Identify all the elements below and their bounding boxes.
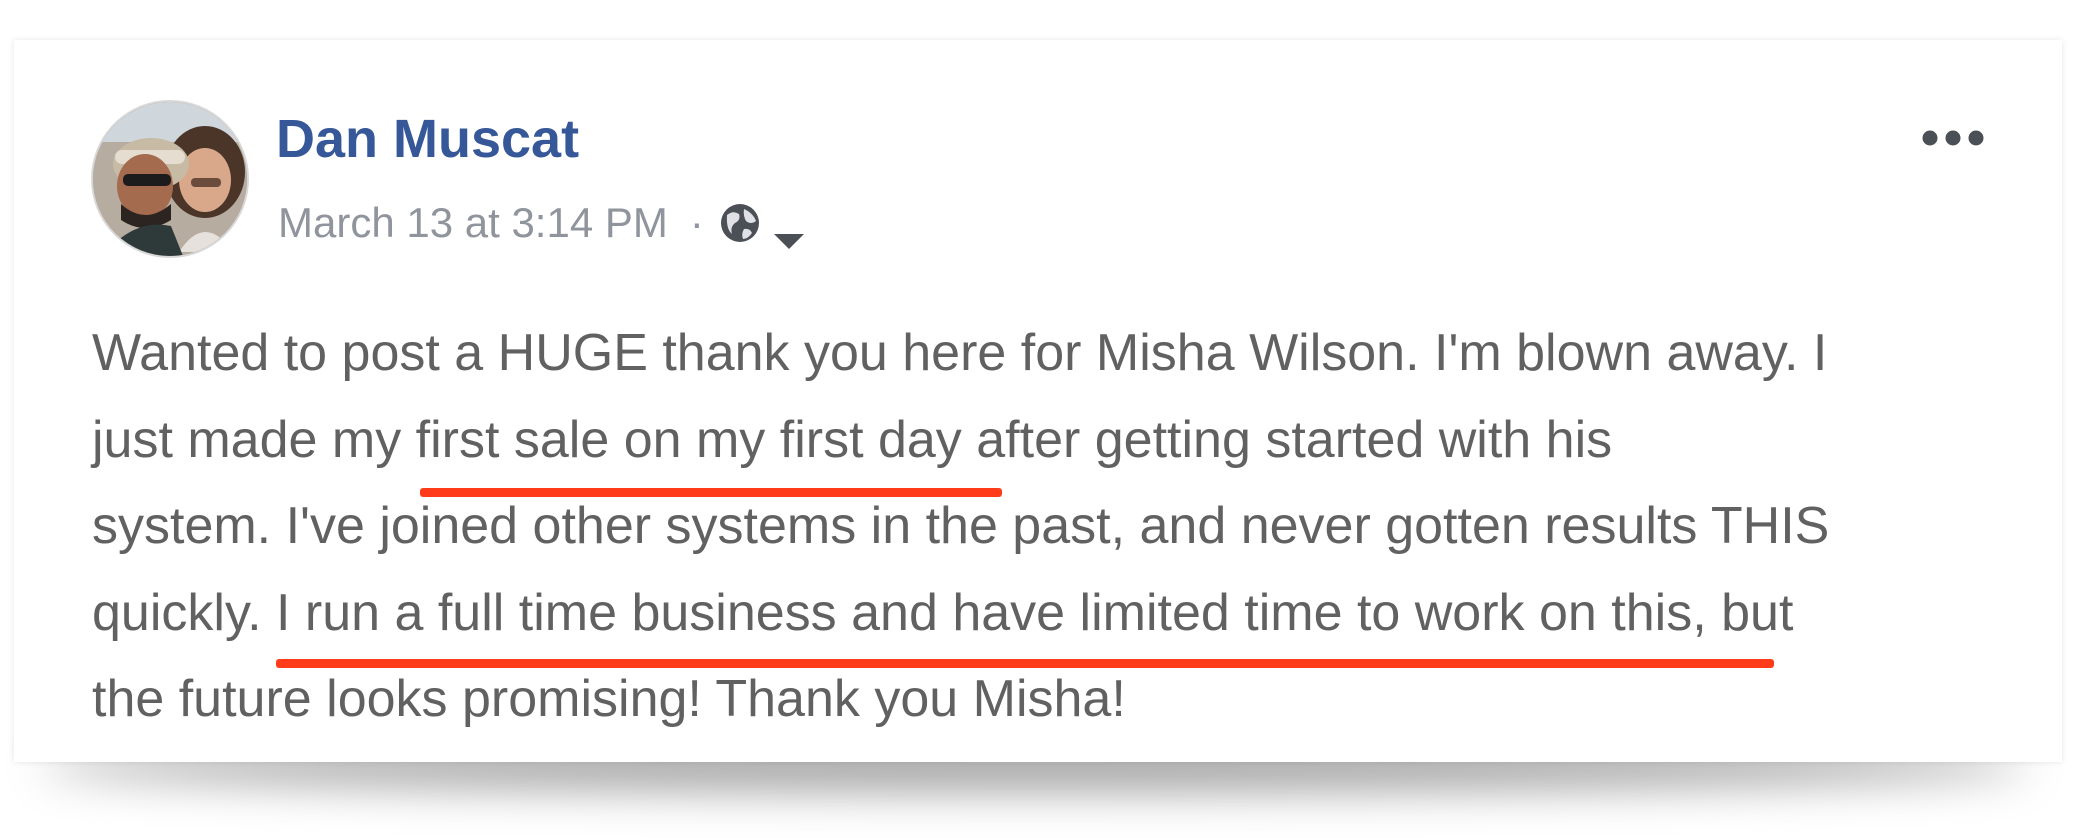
post-body-text: Wanted to post a HUGE thank you here for… bbox=[92, 310, 1992, 743]
highlight-underline bbox=[420, 488, 1002, 497]
text-run: just made my bbox=[92, 410, 416, 469]
post-card: Dan Muscat March 13 at 3:14 PM · Wanted … bbox=[14, 40, 2062, 762]
post-meta: March 13 at 3:14 PM · bbox=[278, 197, 806, 249]
post-text-line: Wanted to post a HUGE thank you here for… bbox=[92, 324, 1828, 382]
highlight-underline bbox=[276, 659, 1774, 668]
avatar[interactable] bbox=[91, 100, 249, 258]
text-run: quickly. bbox=[92, 583, 276, 642]
text-run: but bbox=[1706, 583, 1794, 642]
author-name-link[interactable]: Dan Muscat bbox=[276, 112, 579, 166]
post-timestamp[interactable]: March 13 at 3:14 PM bbox=[278, 199, 668, 247]
highlighted-phrase: I run a full time business and have limi… bbox=[275, 583, 1707, 642]
avatar-photo bbox=[93, 102, 247, 256]
caret-down-icon[interactable] bbox=[772, 213, 806, 249]
post-text-line: just made my first sale on my first day … bbox=[92, 397, 1992, 484]
highlighted-phrase: first sale on my first day bbox=[415, 410, 962, 469]
globe-icon bbox=[718, 201, 762, 245]
meta-separator: · bbox=[689, 199, 704, 246]
post-text-line: the future looks promising! Thank you Mi… bbox=[92, 670, 1126, 728]
post-text-line: system. I've joined other systems in the… bbox=[92, 497, 1830, 555]
screenshot-stage: Dan Muscat March 13 at 3:14 PM · Wanted … bbox=[0, 0, 2090, 838]
more-options-icon[interactable] bbox=[1921, 128, 1985, 148]
text-run: after getting started with his bbox=[961, 410, 1613, 469]
post-text-line: quickly. I run a full time business and … bbox=[92, 570, 1992, 657]
